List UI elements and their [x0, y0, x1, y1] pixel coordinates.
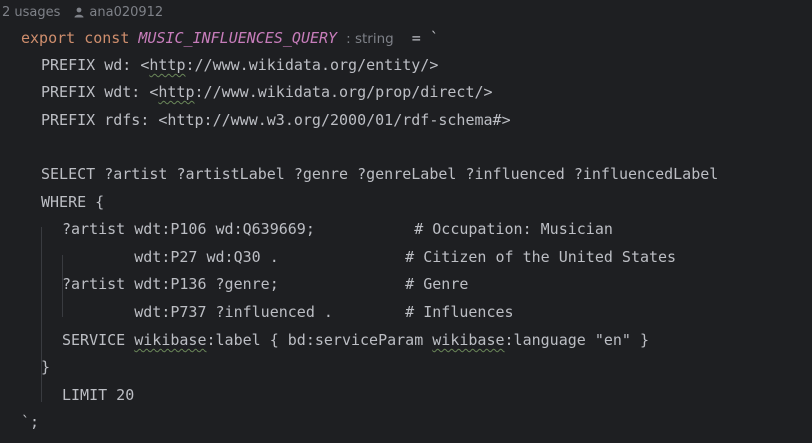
http-typo-highlight: http — [149, 56, 186, 74]
keyword-export: export — [21, 29, 76, 47]
prefix-text: PREFIX wd: < — [41, 56, 150, 74]
code-line-where-open: WHERE { — [41, 193, 105, 211]
type-hint: : string — [346, 31, 394, 47]
service-text: :label { bd:serviceParam — [206, 331, 433, 349]
code-line-prefix-wd: PREFIX wd: <http://www.wikidata.org/enti… — [41, 52, 438, 79]
wikibase-typo-highlight: wikibase — [134, 331, 207, 349]
code-line-prefix-wdt: PREFIX wdt: <http://www.wikidata.org/pro… — [41, 79, 493, 106]
prefix-text: ://www.wikidata.org/entity/> — [185, 56, 439, 74]
code-lens-bar: 2 usages ana020912 — [0, 2, 163, 22]
code-line-triple-4: wdt:P737 ?influenced . # Influences — [62, 303, 514, 321]
prefix-text: PREFIX wdt: < — [41, 83, 159, 101]
prefix-text: ://www.wikidata.org/prop/direct/> — [194, 83, 493, 101]
code-line-triple-3: ?artist wdt:P136 ?genre; # Genre — [62, 275, 469, 293]
usages-link[interactable]: 2 usages — [2, 5, 60, 20]
code-line-select: SELECT ?artist ?artistLabel ?genre ?genr… — [41, 165, 719, 183]
person-icon — [74, 7, 84, 17]
code-line-limit: LIMIT 20 — [62, 386, 135, 404]
service-text: :language "en" } — [504, 331, 650, 349]
http-typo-highlight: http — [158, 83, 195, 101]
code-line-prefix-rdfs: PREFIX rdfs: <http://www.w3.org/2000/01/… — [41, 111, 511, 129]
author-name: ana020912 — [89, 4, 164, 20]
code-line-service: SERVICE wikibase:label { bd:serviceParam… — [62, 327, 649, 354]
code-line-declaration: export const MUSIC_INFLUENCES_QUERY : st… — [21, 25, 439, 52]
code-line-where-close: } — [41, 358, 51, 376]
wikibase-typo-highlight: wikibase — [432, 331, 505, 349]
code-line-triple-1: ?artist wdt:P106 wd:Q639669; # Occupatio… — [62, 220, 613, 238]
assign-backtick: = ` — [411, 29, 439, 47]
constant-name: MUSIC_INFLUENCES_QUERY — [138, 29, 338, 47]
service-text: SERVICE — [62, 331, 135, 349]
author-link[interactable]: ana020912 — [74, 5, 163, 20]
keyword-const: const — [84, 29, 130, 47]
code-line-end: `; — [21, 413, 40, 431]
code-line-triple-2: wdt:P27 wd:Q30 . # Citizen of the United… — [62, 248, 677, 266]
